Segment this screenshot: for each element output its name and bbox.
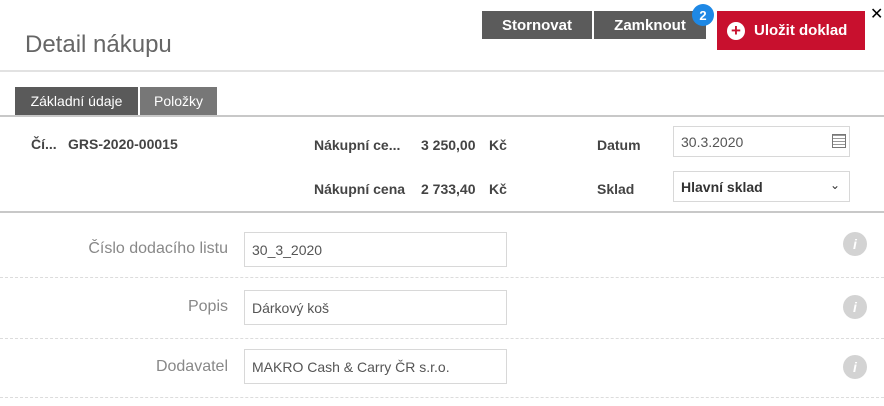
supplier-input[interactable]: MAKRO Cash & Carry ČR s.r.o. xyxy=(244,349,507,384)
warehouse-label: Sklad xyxy=(597,181,635,197)
cancel-button[interactable]: Stornovat xyxy=(482,11,592,39)
lock-button[interactable]: Zamknout xyxy=(594,11,706,39)
document-number-label: Čí... xyxy=(31,136,57,152)
info-icon[interactable]: i xyxy=(843,295,867,319)
header-divider xyxy=(0,70,884,72)
row-divider xyxy=(0,338,884,339)
description-input[interactable]: Dárkový koš xyxy=(244,290,507,325)
close-icon[interactable]: ✕ xyxy=(870,4,883,24)
date-input[interactable]: 30.3.2020 xyxy=(673,126,850,157)
save-button-label: Uložit doklad xyxy=(754,22,848,39)
calendar-icon[interactable] xyxy=(832,134,846,148)
info-icon[interactable]: i xyxy=(843,232,867,256)
summary-divider xyxy=(0,211,884,213)
delivery-note-input[interactable]: 30_3_2020 xyxy=(244,232,507,267)
document-number-value: GRS-2020-00015 xyxy=(68,136,178,152)
delivery-note-value: 30_3_2020 xyxy=(252,241,323,258)
purchase-price-net-value: 2 733,40 xyxy=(421,181,476,197)
purchase-price-gross-currency: Kč xyxy=(489,137,507,153)
purchase-price-gross-label: Nákupní ce... xyxy=(314,137,401,153)
info-icon[interactable]: i xyxy=(843,355,867,379)
date-label: Datum xyxy=(597,137,641,153)
lock-count-badge: 2 xyxy=(692,4,714,26)
warehouse-value: Hlavní sklad xyxy=(681,178,763,195)
tab-items[interactable]: Položky xyxy=(140,87,217,115)
tab-basic-info[interactable]: Základní údaje xyxy=(15,87,138,115)
row-divider xyxy=(0,397,884,398)
purchase-price-net-label: Nákupní cena xyxy=(314,181,406,197)
supplier-value: MAKRO Cash & Carry ČR s.r.o. xyxy=(252,358,450,375)
save-document-button[interactable]: + Uložit doklad xyxy=(717,11,865,50)
date-value: 30.3.2020 xyxy=(681,133,744,150)
purchase-price-net-currency: Kč xyxy=(489,181,507,197)
description-value: Dárkový koš xyxy=(252,299,330,316)
row-divider xyxy=(0,277,884,278)
delivery-note-label: Číslo dodacího listu xyxy=(88,240,228,257)
plus-circle-icon: + xyxy=(727,21,745,40)
purchase-price-gross-value: 3 250,00 xyxy=(421,137,476,153)
warehouse-select[interactable]: Hlavní sklad xyxy=(673,171,850,202)
description-label: Popis xyxy=(187,298,228,315)
supplier-label: Dodavatel xyxy=(155,358,228,375)
chevron-down-icon: ⌄ xyxy=(830,178,841,192)
page-title: Detail nákupu xyxy=(25,31,172,58)
tabs-divider xyxy=(0,115,884,117)
